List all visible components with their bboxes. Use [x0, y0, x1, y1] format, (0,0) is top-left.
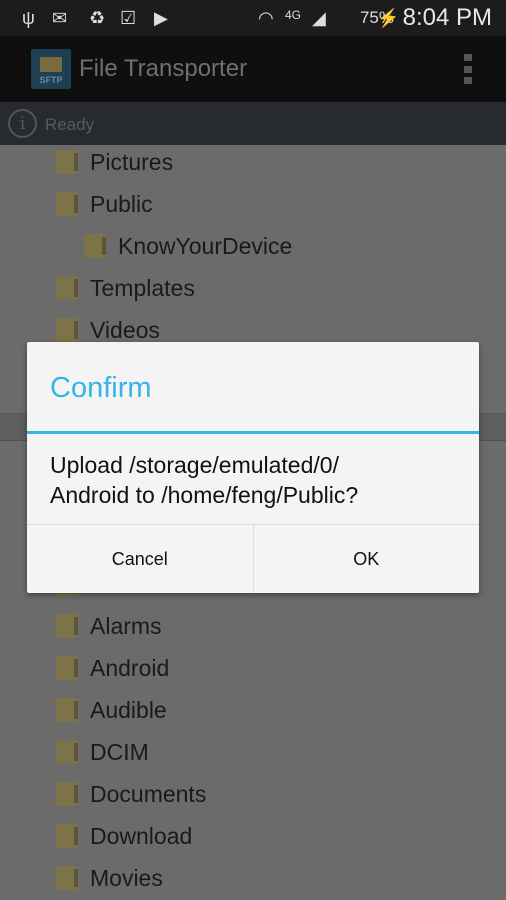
folder-name: Videos — [90, 316, 160, 343]
list-item[interactable]: Documents — [56, 774, 206, 814]
folder-name: Pictures — [90, 148, 174, 175]
app-bar: SFTP File Transporter — [0, 36, 506, 102]
status-bar: ψ ✉ ♻ ☑ ▶ ◠ 4G ◢ 75% ⚡ 8:04 PM — [0, 0, 506, 36]
wifi-icon: ◠ — [258, 8, 274, 28]
folder-name: Templates — [90, 274, 195, 301]
briefcase-check-icon: ☑ — [120, 8, 137, 28]
app-title: File Transporter — [79, 55, 248, 82]
folder-name: Public — [90, 190, 153, 217]
list-item[interactable]: Public — [56, 184, 153, 224]
app-logo: SFTP — [31, 49, 71, 89]
folder-name: Download — [90, 822, 193, 849]
list-item[interactable]: Pictures — [56, 142, 173, 182]
folder-icon — [56, 150, 78, 174]
list-item[interactable]: Templates — [56, 268, 195, 308]
folder-icon — [56, 656, 78, 680]
recycle-icon: ♻ — [89, 8, 106, 28]
dialog-title: Confirm — [50, 372, 152, 404]
list-item[interactable]: Audible — [56, 690, 167, 730]
folder-icon — [84, 234, 106, 258]
status-text: Ready — [45, 115, 95, 134]
confirm-dialog: Confirm Upload /storage/emulated/0/Andro… — [27, 342, 479, 593]
folder-name: KnowYourDevice — [118, 232, 293, 259]
overflow-menu-icon[interactable] — [464, 54, 474, 84]
clock: 8:04 PM — [402, 4, 492, 31]
gmail-icon: ✉ — [52, 8, 68, 28]
list-item[interactable]: DCIM — [56, 732, 149, 772]
battery-charging-icon: ⚡ — [377, 8, 400, 28]
usb-icon: ψ — [22, 8, 35, 28]
list-item[interactable]: Alarms — [56, 606, 162, 646]
folder-icon — [56, 824, 78, 848]
media-icon: ▶ — [154, 8, 168, 28]
folder-name: Documents — [90, 780, 207, 807]
folder-name: DCIM — [90, 738, 149, 765]
list-item[interactable]: Download — [56, 816, 192, 856]
signal-icon: ◢ — [312, 8, 326, 28]
folder-icon — [56, 318, 78, 342]
folder-name: Audible — [90, 696, 167, 723]
list-item[interactable]: Android — [56, 648, 169, 688]
info-icon: i — [8, 109, 37, 138]
folder-icon — [56, 782, 78, 806]
list-item[interactable]: Movies — [56, 858, 163, 898]
dialog-message: Upload /storage/emulated/0/Android to /h… — [50, 452, 359, 508]
folder-icon — [56, 614, 78, 638]
folder-name: Android — [90, 654, 170, 681]
folder-icon — [56, 866, 78, 890]
folder-name: Movies — [90, 864, 163, 891]
folder-icon — [56, 740, 78, 764]
list-item[interactable]: KnowYourDevice — [84, 226, 292, 266]
cancel-button[interactable]: Cancel — [27, 525, 253, 593]
folder-icon — [56, 698, 78, 722]
connection-status: i Ready — [0, 102, 506, 145]
network-type: 4G — [285, 8, 302, 22]
folder-icon — [56, 276, 78, 300]
title-divider — [27, 431, 479, 434]
folder-icon — [56, 192, 78, 216]
ok-button[interactable]: OK — [252, 525, 480, 593]
folder-name: Alarms — [90, 612, 162, 639]
